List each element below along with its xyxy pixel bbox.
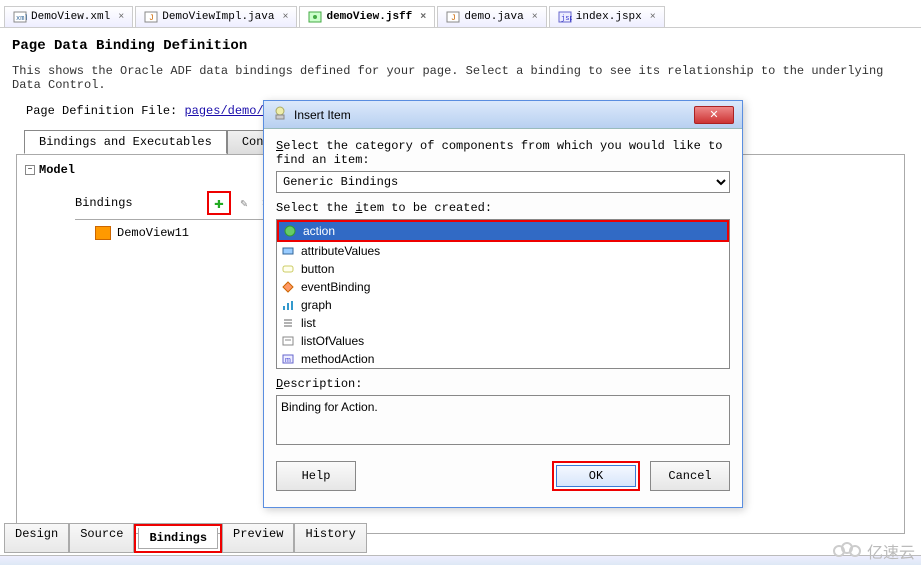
add-binding-button[interactable]: ✚ — [210, 194, 228, 212]
ok-button[interactable]: OK — [556, 465, 636, 487]
tab-design[interactable]: Design — [4, 524, 69, 553]
dialog-icon — [272, 105, 288, 124]
highlight-box: ✚ — [207, 191, 231, 215]
svg-text:jsp: jsp — [561, 15, 572, 23]
list-item-button[interactable]: button — [277, 260, 729, 278]
list-item-label: eventBinding — [301, 280, 370, 294]
tab-label: DemoViewImpl.java — [162, 11, 274, 23]
category-label: Select the category of components from w… — [276, 139, 730, 167]
list-item-label: listOfValues — [301, 334, 364, 348]
attr-icon — [281, 244, 295, 258]
button-icon — [281, 262, 295, 276]
dialog-titlebar[interactable]: Insert Item ✕ — [264, 101, 742, 129]
list-item-attributevalues[interactable]: attributeValues — [277, 242, 729, 260]
binding-item-label: DemoView11 — [117, 226, 189, 240]
watermark-text: 亿速云 — [867, 539, 915, 563]
close-icon[interactable]: × — [282, 12, 288, 23]
editor-tab-index-jspx[interactable]: jsp index.jspx × — [549, 6, 665, 27]
lov-icon — [281, 334, 295, 348]
event-icon — [281, 280, 295, 294]
bindings-subpanel: Bindings ✚ ✎ ✖ DemoVi — [75, 187, 275, 240]
action-icon — [283, 224, 297, 238]
tab-label: DemoView.xml — [31, 11, 110, 23]
tab-label: demoView.jsff — [326, 11, 412, 23]
tab-bindings-executables[interactable]: Bindings and Executables — [24, 130, 227, 154]
list-item-label: methodAction — [301, 352, 374, 366]
java-file-icon: J — [446, 10, 460, 24]
category-dropdown[interactable]: Generic Bindings — [276, 171, 730, 193]
highlight-box: OK — [552, 461, 640, 491]
editor-view-tabs: Design Source Bindings Preview History — [4, 523, 367, 553]
jspx-file-icon: jsp — [558, 10, 572, 24]
description-label: Description: — [276, 377, 730, 391]
list-item-list[interactable]: list — [277, 314, 729, 332]
tab-history[interactable]: History — [294, 524, 366, 553]
list-item-label: button — [301, 262, 334, 276]
page-description: This shows the Oracle ADF data bindings … — [12, 64, 909, 92]
list-item-action[interactable]: action — [277, 220, 729, 242]
binding-item-demoview11[interactable]: DemoView11 — [95, 226, 275, 240]
model-label: Model — [39, 163, 75, 177]
list-item-label: list — [301, 316, 316, 330]
list-icon — [281, 316, 295, 330]
status-bar — [0, 555, 921, 565]
insert-item-dialog: Insert Item ✕ Select the category of com… — [263, 100, 743, 508]
dialog-button-row: Help OK Cancel — [276, 455, 730, 497]
bindings-label: Bindings — [75, 196, 133, 210]
dialog-close-button[interactable]: ✕ — [694, 106, 734, 124]
graph-icon — [281, 298, 295, 312]
bindings-header: Bindings ✚ ✎ ✖ — [75, 187, 275, 220]
method-icon: m — [281, 352, 295, 366]
svg-text:J: J — [149, 14, 154, 23]
watermark: 亿速云 — [833, 539, 915, 563]
tab-label: demo.java — [464, 11, 523, 23]
list-item-listofvalues[interactable]: listOfValues — [277, 332, 729, 350]
list-item-graph[interactable]: graph — [277, 296, 729, 314]
list-item-label: graph — [301, 298, 332, 312]
editor-tab-demoviewimpl-java[interactable]: J DemoViewImpl.java × — [135, 6, 297, 27]
help-button[interactable]: Help — [276, 461, 356, 491]
close-icon[interactable]: × — [420, 12, 426, 23]
tab-preview[interactable]: Preview — [222, 524, 294, 553]
edit-binding-button[interactable]: ✎ — [235, 194, 253, 212]
list-item-methodaction[interactable]: m methodAction — [277, 350, 729, 368]
tab-label: index.jspx — [576, 11, 642, 23]
page-def-label: Page Definition File: — [26, 104, 184, 118]
jsff-file-icon — [308, 10, 322, 24]
pencil-icon: ✎ — [240, 196, 247, 211]
watermark-icon — [833, 542, 863, 560]
item-label: Select the item to be created: — [276, 201, 730, 215]
svg-text:xml: xml — [16, 15, 27, 23]
collapse-icon[interactable]: − — [25, 165, 35, 175]
close-icon[interactable]: × — [650, 12, 656, 23]
page-title: Page Data Binding Definition — [12, 38, 909, 54]
dialog-title: Insert Item — [294, 108, 351, 122]
editor-tab-demoview-jsff[interactable]: demoView.jsff × — [299, 6, 435, 27]
svg-text:J: J — [451, 14, 456, 23]
svg-text:m: m — [285, 357, 291, 364]
dialog-body: Select the category of components from w… — [264, 129, 742, 507]
cancel-button[interactable]: Cancel — [650, 461, 730, 491]
list-item-label: attributeValues — [301, 244, 380, 258]
editor-tab-bar: xml DemoView.xml × J DemoViewImpl.java ×… — [0, 0, 921, 28]
binding-icon — [95, 226, 111, 240]
item-listbox[interactable]: action attributeValues button eventBindi… — [276, 219, 730, 369]
list-item-eventbinding[interactable]: eventBinding — [277, 278, 729, 296]
plus-icon: ✚ — [214, 193, 224, 213]
close-icon[interactable]: × — [532, 12, 538, 23]
highlight-box: Bindings — [134, 524, 222, 553]
editor-tab-demoview-xml[interactable]: xml DemoView.xml × — [4, 6, 133, 27]
list-item-label: action — [303, 224, 335, 238]
java-file-icon: J — [144, 10, 158, 24]
editor-tab-demo-java[interactable]: J demo.java × — [437, 6, 546, 27]
description-box: Binding for Action. — [276, 395, 730, 445]
close-icon[interactable]: × — [118, 12, 124, 23]
tab-source[interactable]: Source — [69, 524, 134, 553]
xml-file-icon: xml — [13, 10, 27, 24]
tab-bindings[interactable]: Bindings — [138, 528, 218, 549]
